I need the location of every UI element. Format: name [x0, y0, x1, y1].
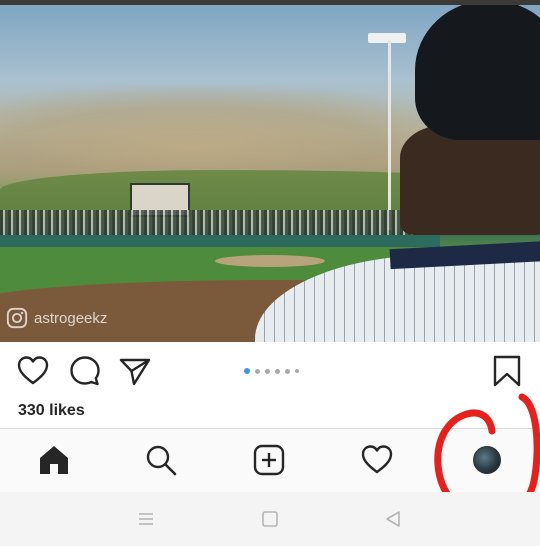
add-post-icon[interactable] [252, 443, 286, 477]
comment-bubble-icon[interactable] [68, 354, 102, 388]
like-heart-icon[interactable] [16, 354, 50, 388]
instagram-logo-icon [6, 307, 28, 329]
photo-watermark: astrogeekz [6, 307, 107, 329]
post-photo[interactable] [0, 5, 540, 342]
carousel-dot [265, 368, 270, 374]
carousel-dots [244, 368, 299, 374]
save-bookmark-icon[interactable] [490, 354, 524, 388]
search-icon[interactable] [144, 443, 178, 477]
watermark-text: astrogeekz [34, 309, 108, 327]
carousel-dot [275, 368, 280, 374]
carousel-dot [285, 368, 290, 374]
carousel-dot-active [244, 368, 250, 374]
back-triangle-icon[interactable] [382, 508, 404, 530]
menu-icon[interactable] [135, 508, 157, 530]
system-nav-bar [0, 492, 540, 546]
home-icon[interactable] [37, 443, 71, 477]
carousel-dot [255, 368, 260, 374]
home-square-icon[interactable] [259, 508, 281, 530]
carousel-dot [295, 369, 299, 373]
share-paper-plane-icon[interactable] [118, 354, 152, 388]
likes-count[interactable]: 330 likes [18, 402, 85, 420]
activity-heart-icon[interactable] [360, 443, 394, 477]
